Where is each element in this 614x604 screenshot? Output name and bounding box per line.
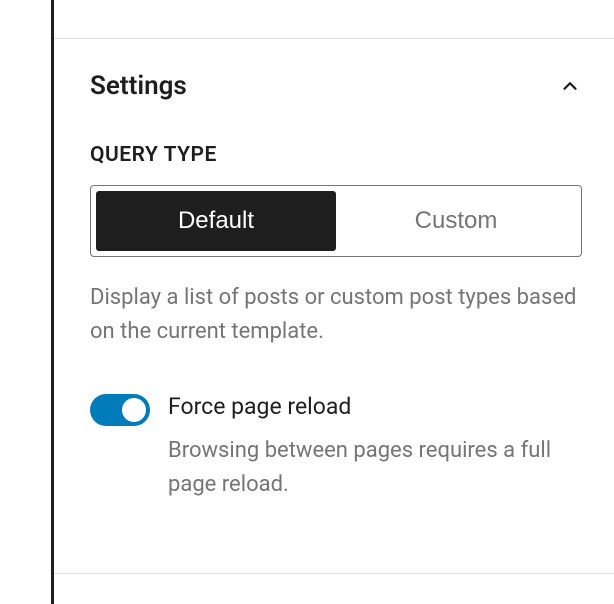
force-reload-row: Force page reload Browsing between pages… xyxy=(90,393,582,502)
chevron-up-icon[interactable] xyxy=(558,74,582,98)
force-reload-description: Browsing between pages requires a full p… xyxy=(168,434,582,502)
query-type-label: QUERY TYPE xyxy=(90,143,582,167)
settings-panel: Settings QUERY TYPE Default Custom Displ… xyxy=(54,38,614,604)
force-reload-label: Force page reload xyxy=(168,393,582,420)
query-type-segmented: Default Custom xyxy=(90,185,582,257)
toggle-thumb xyxy=(122,398,146,422)
panel-title: Settings xyxy=(90,71,187,101)
query-type-description: Display a list of posts or custom post t… xyxy=(90,281,582,349)
query-type-custom-button[interactable]: Custom xyxy=(336,191,576,251)
panel-separator xyxy=(54,573,614,574)
force-reload-toggle[interactable] xyxy=(90,394,150,426)
panel-header[interactable]: Settings xyxy=(90,71,582,101)
query-type-default-button[interactable]: Default xyxy=(96,191,336,251)
force-reload-text: Force page reload Browsing between pages… xyxy=(168,393,582,502)
